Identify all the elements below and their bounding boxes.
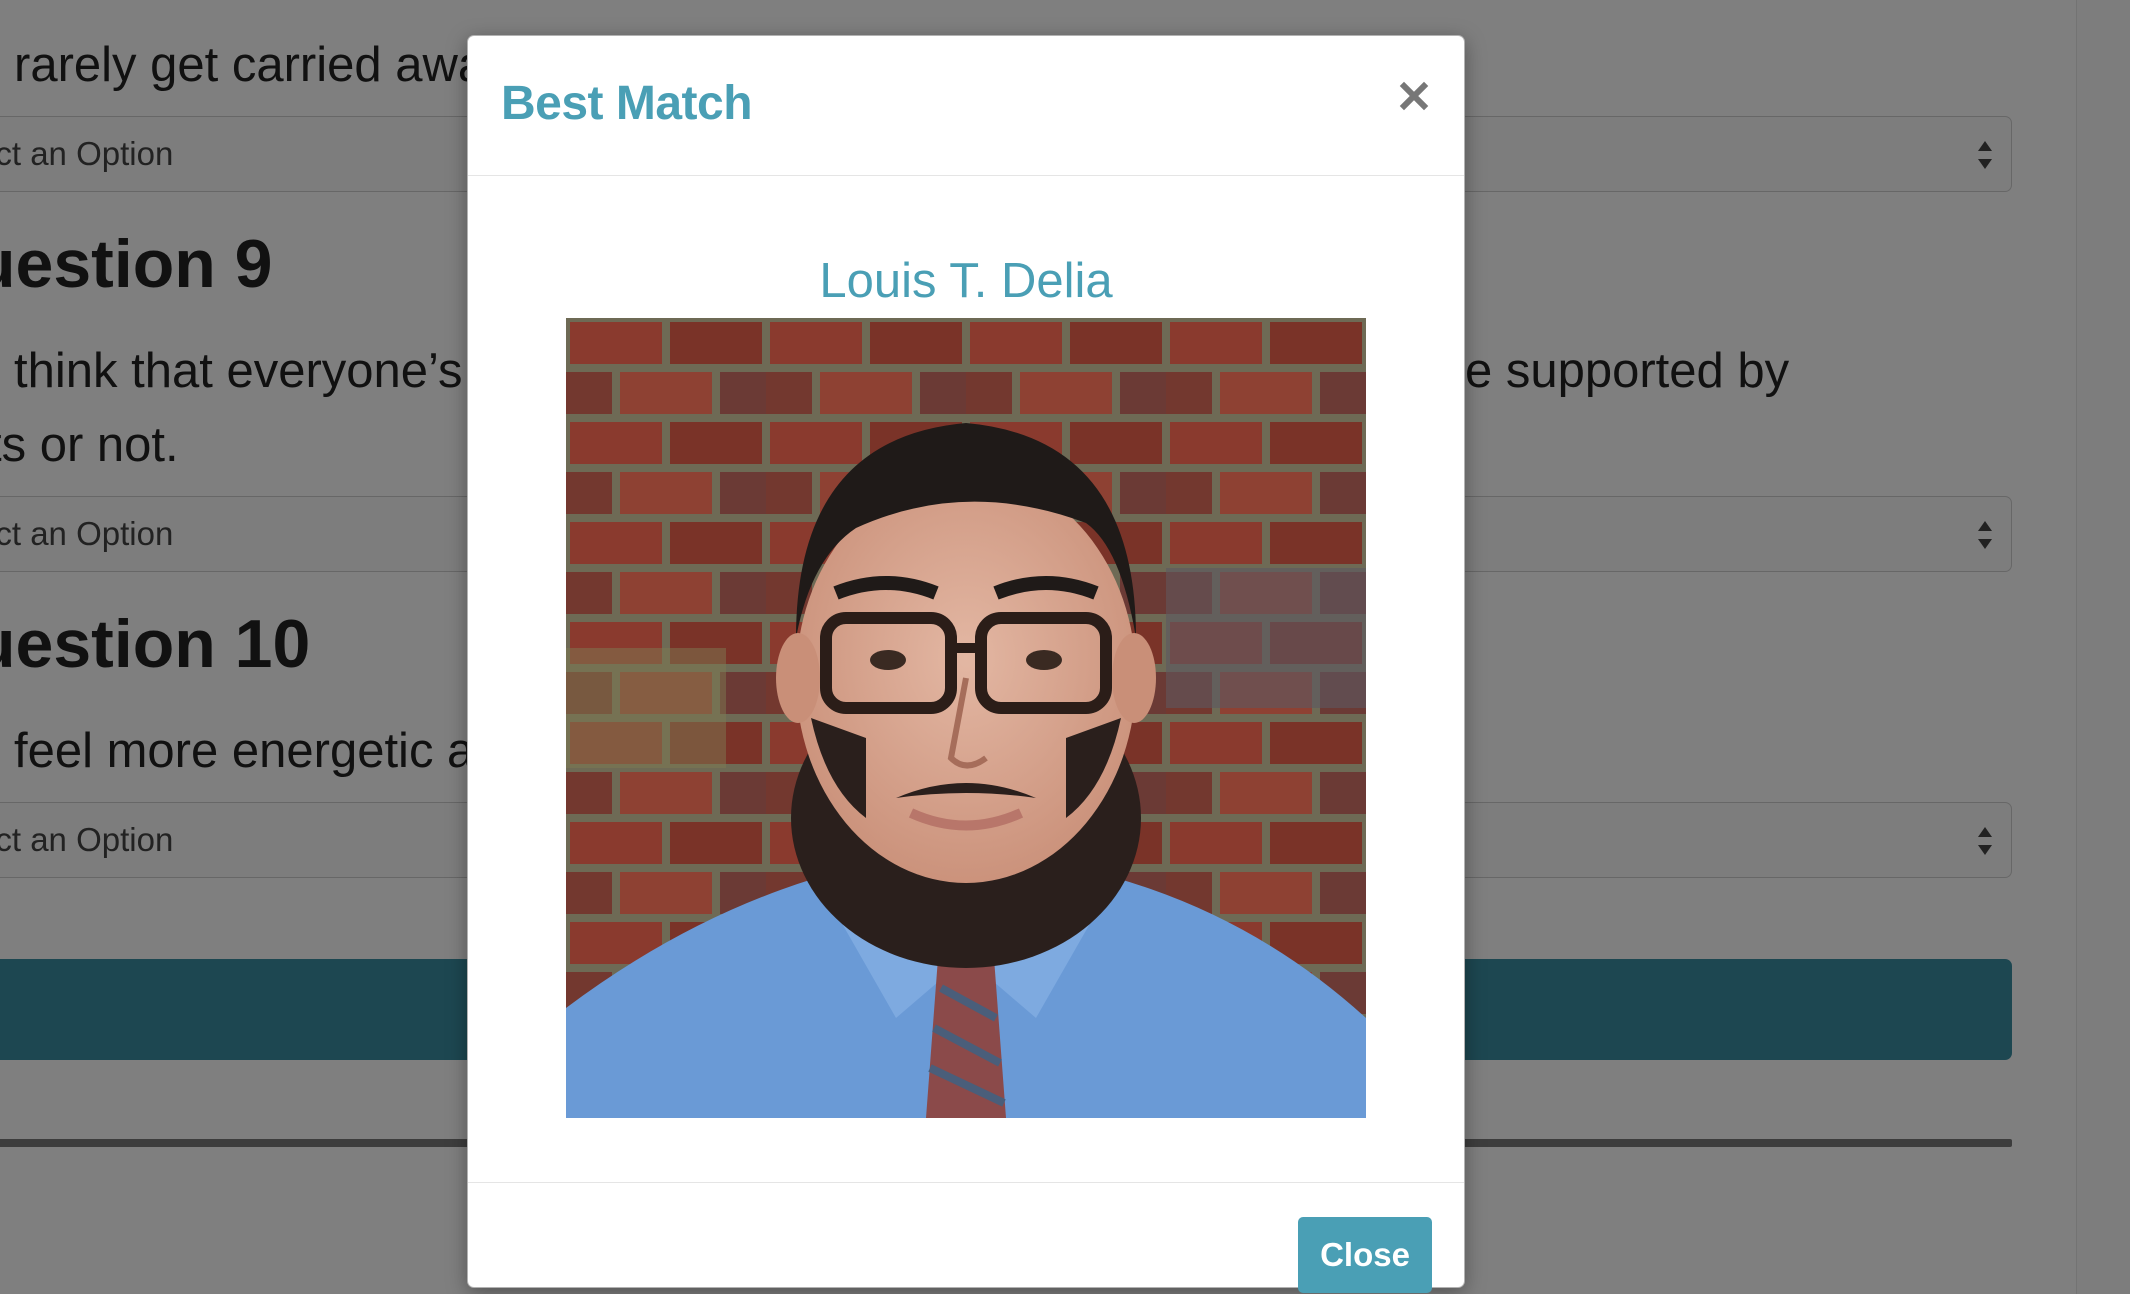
modal-body: Louis T. Delia <box>468 176 1464 1182</box>
match-name: Louis T. Delia <box>819 254 1113 308</box>
modal-title: Best Match <box>501 77 753 130</box>
modal-header: Best Match <box>468 36 1464 176</box>
best-match-modal: Best Match Louis T. Delia Close <box>467 35 1465 1293</box>
close-button[interactable]: Close <box>1298 1217 1432 1293</box>
close-icon[interactable] <box>1394 76 1434 116</box>
modal-footer: Close <box>468 1182 1464 1293</box>
match-photo <box>566 318 1366 1118</box>
